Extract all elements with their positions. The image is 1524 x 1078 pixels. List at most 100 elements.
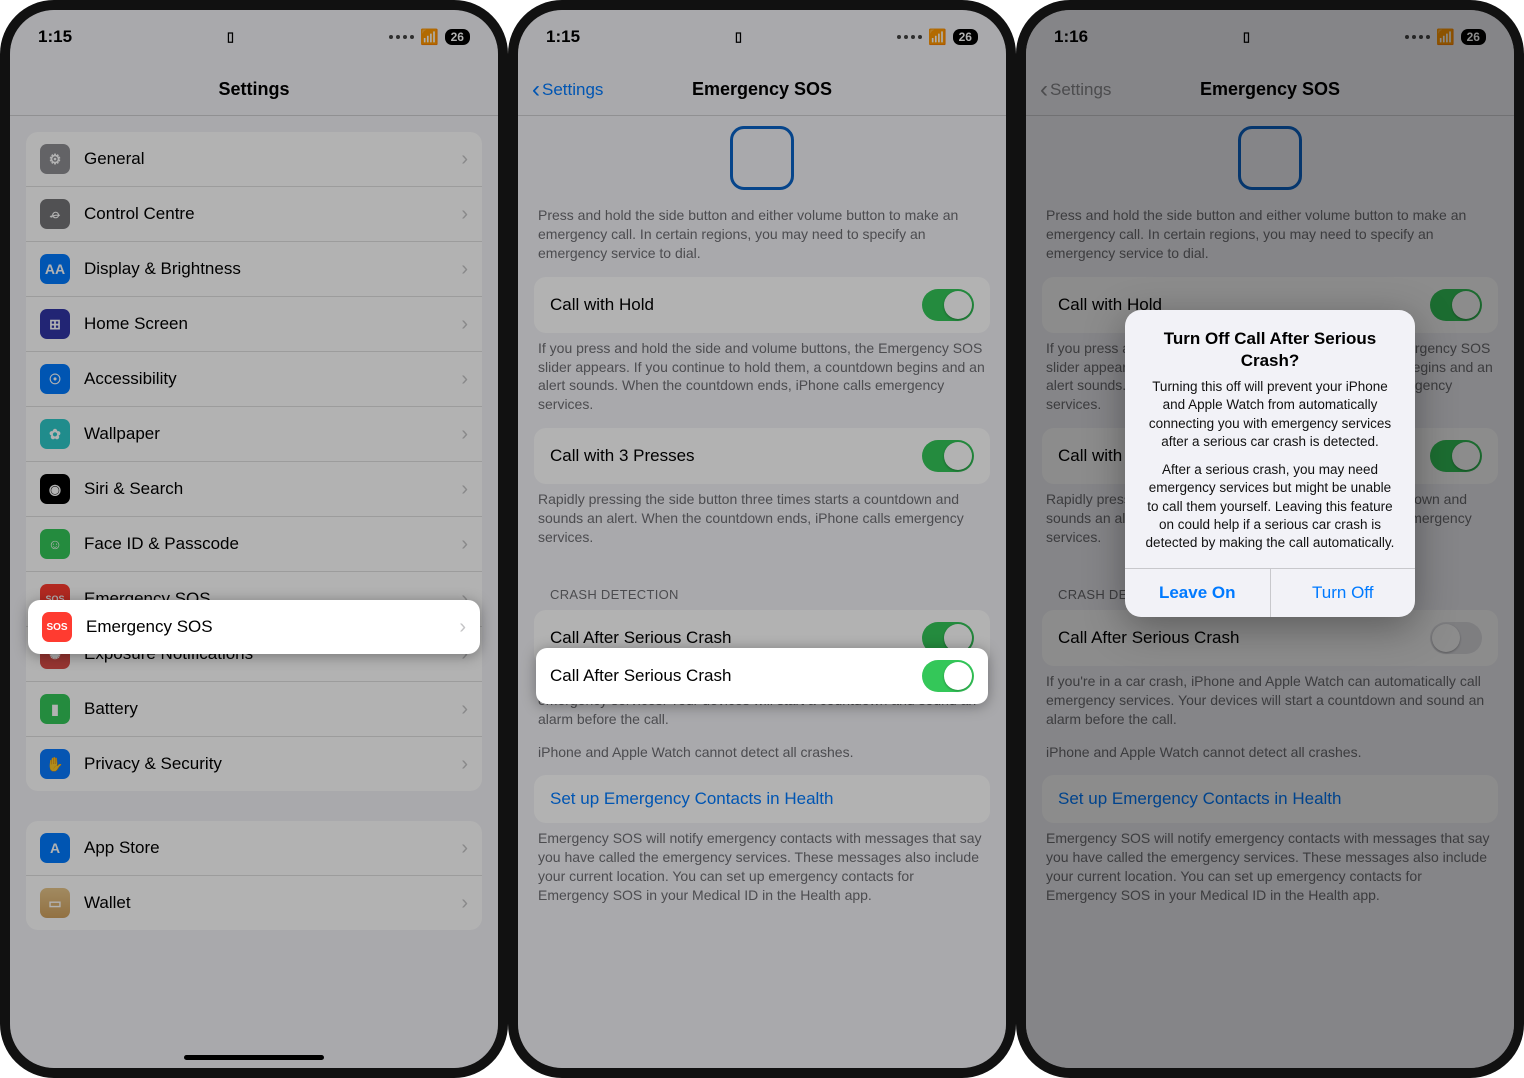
turn-off-button[interactable]: Turn Off xyxy=(1271,569,1416,617)
row-label: Emergency SOS xyxy=(86,617,459,637)
settings-row-home[interactable]: ⊞ Home Screen › xyxy=(26,297,482,352)
link-label: Set up Emergency Contacts in Health xyxy=(550,789,833,808)
navbar: Settings xyxy=(10,64,498,116)
setup-contacts-link[interactable]: Set up Emergency Contacts in Health xyxy=(534,775,990,823)
battery-badge: 26 xyxy=(953,29,978,45)
crash-desc: If you're in a car crash, iPhone and App… xyxy=(1026,666,1514,743)
back-label: Settings xyxy=(1050,80,1111,100)
settings-group-2: AApp Store› ▭ Wallet › xyxy=(26,821,482,930)
wifi-icon: 📶 xyxy=(928,28,947,46)
settings-row-accessibility[interactable]: ☉Accessibility› xyxy=(26,352,482,407)
chevron-right-icon: › xyxy=(461,423,468,446)
cell-label: Call with 3 Presses xyxy=(550,446,695,466)
toggle-call-hold[interactable] xyxy=(922,289,974,321)
chevron-right-icon: › xyxy=(461,837,468,860)
settings-row-wallpaper[interactable]: ✿Wallpaper› xyxy=(26,407,482,462)
chevron-right-icon: › xyxy=(461,148,468,171)
toggle-call-3[interactable] xyxy=(922,440,974,472)
alert-message: Turning this off will prevent your iPhon… xyxy=(1143,378,1397,552)
row-label: Privacy & Security xyxy=(84,754,447,774)
row-label: Accessibility xyxy=(84,369,447,389)
wallpaper-icon: ✿ xyxy=(40,419,70,449)
row-label: Wallet xyxy=(84,893,447,913)
home-icon: ⊞ xyxy=(40,309,70,339)
privacy-icon: ✋ xyxy=(40,749,70,779)
toggle-crash[interactable] xyxy=(1430,622,1482,654)
phone-illustration xyxy=(1238,126,1302,190)
status-right: 📶 26 xyxy=(1405,28,1486,46)
status-time: 1:15 xyxy=(546,27,580,47)
wifi-icon: 📶 xyxy=(1436,28,1455,46)
wifi-icon: 📶 xyxy=(420,28,439,46)
chevron-right-icon: › xyxy=(461,313,468,336)
alert-p2: After a serious crash, you may need emer… xyxy=(1143,461,1397,552)
settings-row-battery[interactable]: ▮Battery› xyxy=(26,682,482,737)
hold-description: Press and hold the side button and eithe… xyxy=(518,200,1006,277)
crash-note: iPhone and Apple Watch cannot detect all… xyxy=(518,743,1006,776)
settings-row-faceid[interactable]: ☺Face ID & Passcode› xyxy=(26,517,482,572)
call-with-hold-row[interactable]: Call with Hold xyxy=(534,277,990,333)
call-hold-desc: If you press and hold the side and volum… xyxy=(518,333,1006,429)
settings-row-wallet[interactable]: ▭Wallet› xyxy=(26,876,482,930)
toggle-crash-hl[interactable] xyxy=(922,660,974,692)
card-icon: ▯ xyxy=(1243,29,1250,45)
crash-row[interactable]: Call After Serious Crash xyxy=(1042,610,1498,666)
chevron-right-icon: › xyxy=(461,258,468,281)
settings-row-privacy[interactable]: ✋Privacy & Security› xyxy=(26,737,482,791)
gear-icon: ⚙︎ xyxy=(40,144,70,174)
settings-row-control[interactable]: ⌮Control Centre› xyxy=(26,187,482,242)
settings-row-siri[interactable]: ◉Siri & Search› xyxy=(26,462,482,517)
nav-title: Settings xyxy=(218,79,289,100)
nav-title: Emergency SOS xyxy=(692,79,832,100)
alert-dialog: Turn Off Call After Serious Crash? Turni… xyxy=(1125,310,1415,617)
screen-sos: 1:15 ▯ 📶 26 ‹ Settings Emergency SOS Pre… xyxy=(518,10,1006,1068)
hold-description: Press and hold the side button and eithe… xyxy=(1026,200,1514,277)
phone-illustration xyxy=(730,126,794,190)
siri-icon: ◉ xyxy=(40,474,70,504)
content: ⚙︎General›⌮Control Centre›AADisplay & Br… xyxy=(10,116,498,1068)
status-bar: 1:15 ▯ 📶 26 xyxy=(10,10,498,64)
cell-label: Call with Hold xyxy=(550,295,654,315)
back-label: Settings xyxy=(542,80,603,100)
settings-row-display[interactable]: AADisplay & Brightness› xyxy=(26,242,482,297)
status-right: 📶 26 xyxy=(897,28,978,46)
cell-label: Call After Serious Crash xyxy=(550,666,731,686)
chevron-right-icon: › xyxy=(461,478,468,501)
row-label: General xyxy=(84,149,447,169)
settings-row-gear[interactable]: ⚙︎ General › xyxy=(26,132,482,187)
highlighted-crash-row[interactable]: Call After Serious Crash xyxy=(536,648,988,704)
setup-contacts-link[interactable]: Set up Emergency Contacts in Health xyxy=(1042,775,1498,823)
row-label: Home Screen xyxy=(84,314,447,334)
highlighted-row-emergency-sos[interactable]: SOS Emergency SOS › xyxy=(28,600,480,654)
call-3-desc: Rapidly pressing the side button three t… xyxy=(518,484,1006,561)
alert-buttons: Leave On Turn Off xyxy=(1125,568,1415,617)
chevron-right-icon: › xyxy=(459,616,466,639)
nav-title: Emergency SOS xyxy=(1200,79,1340,100)
row-label: Display & Brightness xyxy=(84,259,447,279)
settings-group-1: ⚙︎General›⌮Control Centre›AADisplay & Br… xyxy=(26,132,482,791)
alert-title: Turn Off Call After Serious Crash? xyxy=(1143,328,1397,372)
row-label: Battery xyxy=(84,699,447,719)
cell-label: Call After Serious Crash xyxy=(550,628,731,648)
screen-settings: 1:15 ▯ 📶 26 Settings ⚙︎ General › ⌮Control … xyxy=(10,10,498,1068)
section-crash-detection: CRASH DETECTION xyxy=(518,561,1006,610)
cell-label: Call After Serious Crash xyxy=(1058,628,1239,648)
row-label: Control Centre xyxy=(84,204,447,224)
toggle-call-hold[interactable] xyxy=(1430,289,1482,321)
faceid-icon: ☺ xyxy=(40,529,70,559)
wallet-icon: ▭ xyxy=(40,888,70,918)
back-button[interactable]: ‹ Settings xyxy=(1040,80,1111,100)
chevron-left-icon: ‹ xyxy=(532,81,540,99)
battery-icon: ▮ xyxy=(40,694,70,724)
sos-icon: SOS xyxy=(42,612,72,642)
status-right: 📶 26 xyxy=(389,28,470,46)
chevron-left-icon: ‹ xyxy=(1040,81,1048,99)
back-button[interactable]: ‹ Settings xyxy=(532,80,603,100)
settings-row-appstore[interactable]: AApp Store› xyxy=(26,821,482,876)
leave-on-button[interactable]: Leave On xyxy=(1125,569,1271,617)
call-3-presses-row[interactable]: Call with 3 Presses xyxy=(534,428,990,484)
chevron-right-icon: › xyxy=(461,368,468,391)
content: Press and hold the side button and eithe… xyxy=(518,116,1006,1068)
toggle-call-3[interactable] xyxy=(1430,440,1482,472)
status-bar: 1:15 ▯ 📶 26 xyxy=(518,10,1006,64)
